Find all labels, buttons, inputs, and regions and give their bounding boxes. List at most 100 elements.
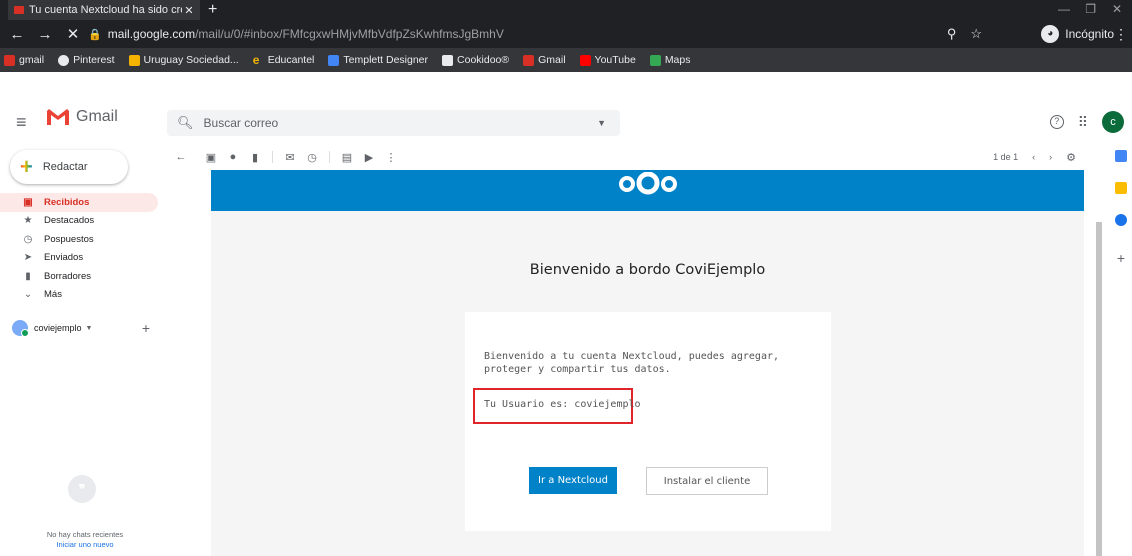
back-icon[interactable]: ← (6, 26, 28, 43)
chevron-right-icon[interactable]: › (1049, 152, 1052, 162)
bookmark-label: Pinterest (73, 54, 115, 66)
restore-icon[interactable]: ❐ (1085, 2, 1096, 16)
bookmark-item[interactable]: e Educantel (252, 52, 315, 67)
sidebar-item-more[interactable]: ⌄ Más (0, 286, 158, 305)
bookmark-icon: e (252, 52, 260, 67)
gmail-logo[interactable]: Gmail (46, 108, 118, 126)
settings-icon[interactable]: ⚙ (1066, 151, 1076, 164)
url-path: /mail/u/0/#inbox/FMfcgxwHMjvMfbVdfpZsKwh… (195, 27, 504, 41)
more-actions-icon[interactable]: ⋮ (380, 151, 402, 164)
compose-button[interactable]: + Redactar (10, 150, 128, 184)
forward-icon[interactable]: → (34, 26, 56, 43)
gmail-favicon-icon (14, 6, 24, 14)
bookmark-item[interactable]: Maps (649, 54, 691, 66)
nextcloud-banner (211, 170, 1084, 211)
sidebar-item-drafts[interactable]: ▮ Borradores (0, 267, 158, 286)
mark-unread-icon[interactable]: ✉ (279, 151, 301, 164)
page-count: 1 de 1 (993, 152, 1019, 162)
bookmark-label: Uruguay Sociedad... (143, 54, 239, 66)
chevron-down-icon: ⌄ (23, 289, 33, 301)
address-bar-actions: ⚲ ☆ (947, 20, 982, 48)
gmail-m-icon (47, 109, 69, 125)
hangouts-username: coviejemplo (34, 323, 82, 333)
bookmark-item[interactable]: Cookidoo® (442, 54, 509, 66)
incognito-label: Incógnito (1065, 27, 1114, 41)
zoom-icon[interactable]: ⚲ (947, 26, 957, 42)
sidebar-item-inbox[interactable]: ▣ Recibidos (0, 193, 158, 212)
start-chat-link[interactable]: Iniciar uno nuevo (30, 540, 140, 550)
go-to-nextcloud-button[interactable]: Ir a Nextcloud (529, 467, 617, 494)
browser-tab[interactable]: Tu cuenta Nextcloud ha sido creá ✕ (8, 0, 200, 20)
install-client-button[interactable]: Instalar el cliente (646, 467, 768, 495)
bookmark-icon (58, 54, 70, 66)
bookmark-item[interactable]: YouTube (579, 54, 636, 66)
hangouts-user[interactable]: coviejemplo ▼ + (12, 320, 160, 337)
no-chats-message: No hay chats recientes Iniciar uno nuevo (30, 530, 140, 550)
close-icon[interactable]: ✕ (182, 4, 196, 17)
help-icon[interactable]: ? (1049, 115, 1064, 129)
new-chat-icon[interactable]: + (142, 320, 150, 336)
archive-icon[interactable]: ▣ (200, 151, 222, 164)
sidebar-item-label: Borradores (44, 270, 91, 282)
sidebar-item-label: Recibidos (44, 196, 90, 208)
compose-plus-icon: + (20, 154, 33, 179)
bookmark-label: Maps (664, 54, 691, 66)
bookmark-label: gmail (19, 54, 45, 66)
minimize-icon[interactable]: — (1058, 2, 1070, 16)
incognito-icon: ◕ (1041, 25, 1060, 43)
avatar[interactable]: c (1102, 111, 1124, 133)
sidebar-item-label: Destacados (44, 215, 95, 227)
search-input[interactable]: 🔍︎ Buscar correo ▼ (167, 110, 620, 136)
bookmark-item[interactable]: gmail (4, 54, 44, 66)
bookmark-item[interactable]: Uruguay Sociedad... (128, 54, 239, 66)
new-tab-icon[interactable]: + (208, 1, 217, 19)
bookmark-label: Educantel (267, 54, 315, 66)
main-menu-icon[interactable]: ≡ (16, 112, 27, 133)
bookmark-item[interactable]: Pinterest (58, 54, 115, 66)
incognito-indicator[interactable]: ◕ Incógnito (1041, 23, 1114, 45)
label-icon[interactable]: ▶ (358, 151, 380, 164)
browser-menu-icon[interactable]: ⋮ (1114, 20, 1128, 48)
bookmark-label: Cookidoo® (457, 54, 510, 66)
add-addon-icon[interactable]: + (1110, 250, 1132, 266)
apps-grid-icon[interactable]: ⠿ (1078, 114, 1088, 131)
search-icon[interactable]: 🔍︎ (177, 115, 194, 131)
window-close-icon[interactable]: ✕ (1112, 2, 1122, 16)
tasks-icon[interactable] (1115, 214, 1127, 226)
clock-icon: ◷ (23, 233, 33, 245)
calendar-icon[interactable] (1115, 150, 1127, 162)
chevron-down-icon: ▼ (85, 324, 93, 332)
bookmark-item[interactable]: Templett Designer (328, 54, 428, 66)
move-to-icon[interactable]: ▤ (336, 151, 358, 164)
keep-icon[interactable] (1115, 182, 1127, 194)
sidebar-item-sent[interactable]: ➤ Enviados (0, 249, 158, 268)
report-spam-icon[interactable]: ● (222, 151, 244, 163)
delete-icon[interactable]: ▮ (244, 151, 266, 164)
sidebar-item-starred[interactable]: ★ Destacados (0, 212, 158, 231)
bookmark-item[interactable]: Gmail (523, 54, 566, 66)
toolbar-divider (329, 151, 330, 163)
tab-title: Tu cuenta Nextcloud ha sido creá (29, 4, 182, 16)
nextcloud-logo-icon (619, 172, 677, 195)
folder-icon (128, 54, 140, 66)
scrollbar[interactable] (1096, 222, 1102, 556)
bookmark-label: Templett Designer (343, 54, 429, 66)
snooze-icon[interactable]: ◷ (301, 151, 323, 164)
address-bar[interactable]: 🔒 mail.google.com/mail/u/0/#inbox/FMfcgx… (88, 23, 1028, 45)
toolbar-divider (272, 151, 273, 163)
send-icon: ➤ (23, 252, 33, 264)
back-to-inbox-icon[interactable]: ← (170, 151, 192, 163)
bookmark-star-icon[interactable]: ☆ (970, 26, 982, 42)
search-placeholder: Buscar correo (203, 116, 279, 130)
bookmark-icon (523, 54, 535, 66)
maps-icon (649, 54, 661, 66)
search-options-icon[interactable]: ▼ (597, 118, 606, 128)
chevron-left-icon[interactable]: ‹ (1032, 152, 1035, 162)
sidebar-nav: ▣ Recibidos ★ Destacados ◷ Pospuestos ➤ Envi… (0, 193, 158, 304)
sidebar-item-snoozed[interactable]: ◷ Pospuestos (0, 230, 158, 249)
side-panel: + (1110, 150, 1132, 266)
sidebar-item-label: Enviados (44, 252, 84, 264)
stop-icon[interactable]: ✕ (62, 25, 84, 43)
no-chats-text: No hay chats recientes (46, 530, 124, 539)
inbox-icon: ▣ (23, 196, 33, 208)
